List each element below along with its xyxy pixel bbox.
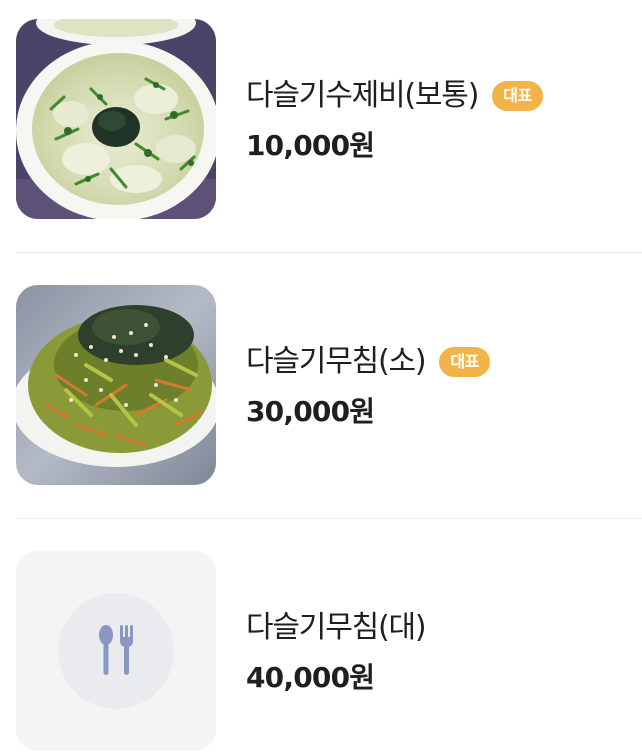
placeholder-circle [58, 593, 174, 709]
name-row: 다슬기수제비(보통) 대표 [246, 77, 543, 115]
menu-item-price: 30,000원 [246, 395, 375, 428]
fork-spoon-icon [99, 625, 133, 675]
menu-item-muchim-small[interactable]: 다슬기무침(소) 대표 30,000원 [16, 285, 642, 485]
menu-item-price: 10,000원 [246, 129, 375, 162]
seasoned-salad-photo [16, 285, 216, 485]
menu-item-muchim-large[interactable]: 다슬기무침(대) 40,000원 [16, 551, 642, 751]
divider [16, 252, 642, 253]
menu-item-name: 다슬기무침(대) [246, 610, 427, 645]
image-placeholder [16, 551, 216, 751]
signature-badge: 대표 [492, 81, 543, 111]
menu-item-price: 40,000원 [246, 661, 375, 694]
signature-badge: 대표 [439, 347, 490, 377]
menu-item-name: 다슬기수제비(보통) [246, 78, 479, 113]
menu-item-info: 다슬기수제비(보통) 대표 10,000원 [246, 19, 636, 219]
name-row: 다슬기무침(소) 대표 [246, 343, 490, 381]
menu-item-name: 다슬기무침(소) [246, 344, 427, 379]
divider [16, 518, 642, 519]
sujebi-soup-photo [16, 19, 216, 219]
name-row: 다슬기무침(대) [246, 609, 427, 647]
menu-item-info: 다슬기무침(소) 대표 30,000원 [246, 285, 636, 485]
menu-item-info: 다슬기무침(대) 40,000원 [246, 551, 636, 751]
menu-item-sujebi[interactable]: 다슬기수제비(보통) 대표 10,000원 [16, 19, 642, 219]
